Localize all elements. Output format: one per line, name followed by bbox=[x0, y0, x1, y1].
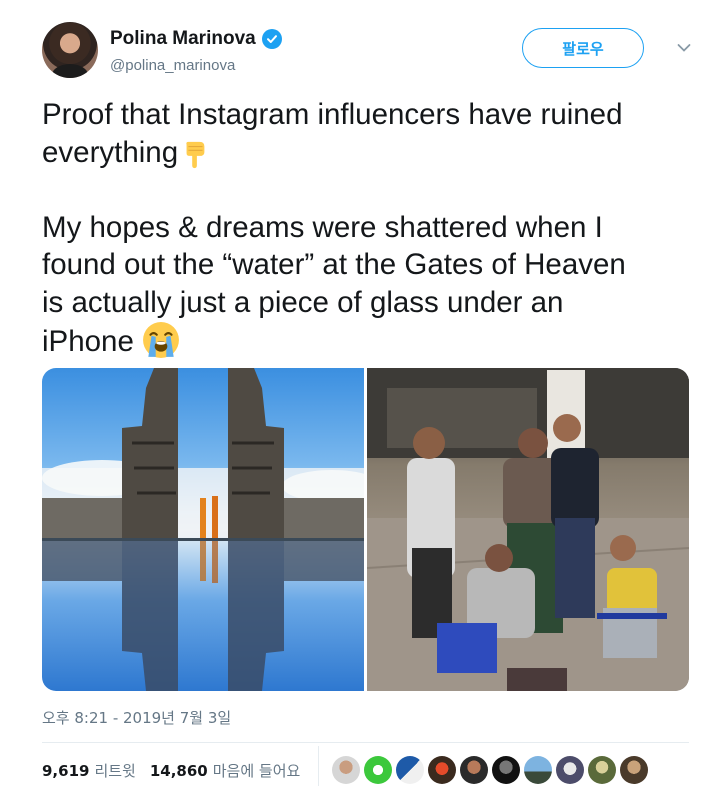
retweet-label[interactable]: 리트윗 bbox=[94, 762, 135, 780]
follow-button[interactable]: 팔로우 bbox=[522, 28, 644, 68]
stats-separator bbox=[318, 746, 319, 786]
photo-tourists-with-glass-and-phone[interactable] bbox=[367, 368, 689, 691]
author-name-row[interactable]: Polina Marinova bbox=[110, 28, 282, 50]
tweet-line-1: Proof that Instagram influencers have ru… bbox=[42, 98, 623, 131]
liker-avatar[interactable] bbox=[364, 756, 392, 784]
liker-avatar[interactable] bbox=[492, 756, 520, 784]
liker-avatar[interactable] bbox=[588, 756, 616, 784]
tweet-paragraph-2: My hopes & dreams were shattered when I … bbox=[42, 210, 626, 359]
author-name[interactable]: Polina Marinova bbox=[110, 28, 256, 50]
like-count[interactable]: 14,860 bbox=[150, 762, 208, 780]
photo-gates-of-heaven-reflection[interactable] bbox=[42, 368, 364, 691]
tweet-stats: 9,619 리트윗 14,860 마음에 들어요 bbox=[42, 760, 314, 781]
liker-avatar[interactable] bbox=[428, 756, 456, 784]
liker-avatar[interactable] bbox=[524, 756, 552, 784]
retweet-stat[interactable]: 9,619 리트윗 bbox=[42, 760, 136, 781]
pointing-down-emoji-icon bbox=[186, 141, 205, 168]
like-label[interactable]: 마음에 들어요 bbox=[213, 762, 301, 780]
like-stat[interactable]: 14,860 마음에 들어요 bbox=[150, 760, 300, 781]
tweet-text: Proof that Instagram influencers have ru… bbox=[42, 96, 692, 361]
author-avatar[interactable] bbox=[42, 22, 98, 78]
liker-avatars bbox=[332, 756, 648, 784]
tweet-timestamp[interactable]: 오후 8:21 - 2019년 7월 3일 bbox=[42, 707, 231, 728]
tweet-line-2: everything bbox=[42, 135, 179, 169]
divider bbox=[42, 742, 689, 743]
author-handle[interactable]: @polina_marinova bbox=[110, 57, 235, 74]
liker-avatar[interactable] bbox=[332, 756, 360, 784]
media-grid bbox=[42, 368, 689, 691]
retweet-count[interactable]: 9,619 bbox=[42, 762, 89, 780]
verified-badge-icon bbox=[261, 29, 282, 49]
liker-avatar[interactable] bbox=[460, 756, 488, 784]
tweet-header: Polina Marinova @polina_marinova 팔로우 bbox=[42, 20, 694, 80]
chevron-down-icon[interactable] bbox=[674, 38, 694, 58]
liker-avatar[interactable] bbox=[396, 756, 424, 784]
liker-avatar[interactable] bbox=[620, 756, 648, 784]
liker-avatar[interactable] bbox=[556, 756, 584, 784]
loudly-crying-face-emoji-icon bbox=[143, 322, 180, 358]
